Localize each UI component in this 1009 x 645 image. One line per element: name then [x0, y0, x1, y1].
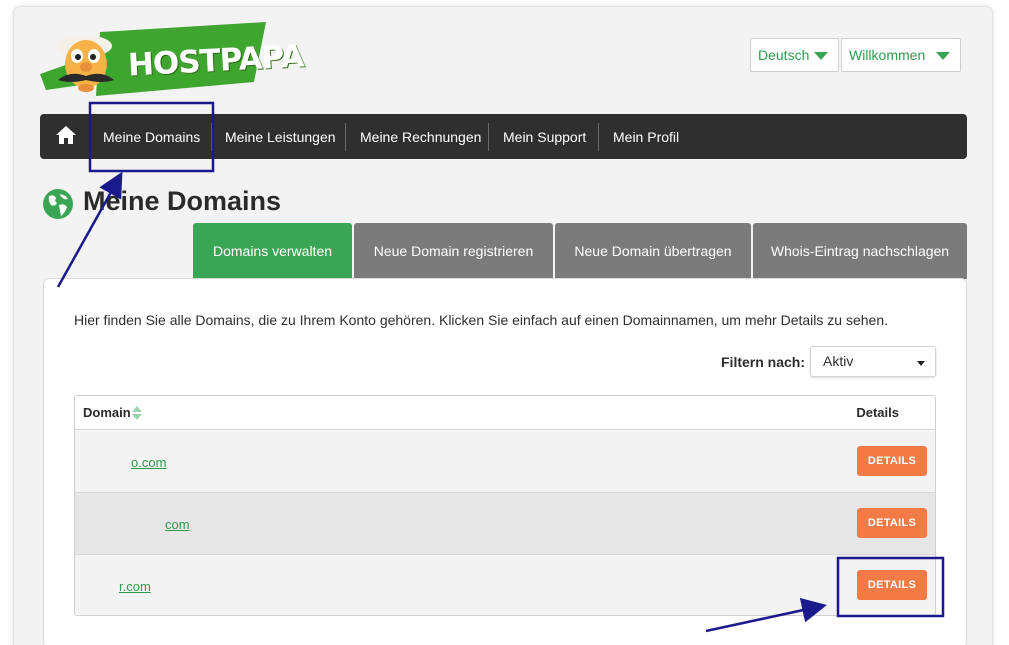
column-header-domain[interactable]: Domain	[83, 405, 131, 420]
sort-icon[interactable]	[131, 405, 143, 421]
table-header: Domain Details	[75, 396, 935, 430]
tab-whois-eintrag[interactable]: Whois-Eintrag nachschlagen	[753, 223, 967, 279]
tab-domains-verwalten[interactable]: Domains verwalten	[193, 223, 352, 279]
home-icon[interactable]	[55, 125, 77, 145]
nav-item-mein-support[interactable]: Mein Support	[503, 114, 586, 159]
chevron-down-icon	[936, 52, 950, 60]
user-menu-select[interactable]: Willkommen	[841, 38, 961, 72]
table-row: r.com DETAILS	[75, 555, 935, 615]
user-menu-label: Willkommen	[849, 47, 926, 63]
language-select-label: Deutsch	[758, 47, 810, 63]
tab-neue-domain-uebertragen[interactable]: Neue Domain übertragen	[555, 223, 751, 279]
tab-neue-domain-registrieren[interactable]: Neue Domain registrieren	[354, 223, 553, 279]
nav-divider	[345, 123, 346, 151]
table-row: com DETAILS	[75, 493, 935, 555]
details-button[interactable]: DETAILS	[857, 508, 927, 538]
filter-select[interactable]: Aktiv	[810, 346, 936, 377]
column-header-details: Details	[856, 405, 899, 420]
intro-text: Hier finden Sie alle Domains, die zu Ihr…	[74, 312, 888, 328]
nav-item-meine-domains[interactable]: Meine Domains	[103, 114, 200, 159]
globe-icon	[43, 189, 73, 219]
nav-divider	[211, 123, 212, 151]
domain-link[interactable]: o.com	[131, 455, 166, 470]
domain-link[interactable]: r.com	[119, 579, 151, 594]
caret-down-icon	[917, 361, 925, 366]
language-select[interactable]: Deutsch	[750, 38, 839, 72]
details-button[interactable]: DETAILS	[857, 446, 927, 476]
nav-divider	[598, 123, 599, 151]
nav-item-mein-profil[interactable]: Mein Profil	[613, 114, 679, 159]
domains-table: Domain Details o.com DETAILS com DETAILS…	[74, 395, 936, 616]
page-title: Meine Domains	[83, 186, 282, 216]
table-row: o.com DETAILS	[75, 431, 935, 493]
domain-link[interactable]: com	[165, 517, 190, 532]
filter-label: Filtern nach:	[721, 354, 806, 370]
nav-item-meine-leistungen[interactable]: Meine Leistungen	[225, 114, 336, 159]
filter-select-value: Aktiv	[823, 353, 854, 369]
hostpapa-logo[interactable]: HOSTPAPA	[40, 22, 304, 100]
details-button[interactable]: DETAILS	[857, 570, 927, 600]
chevron-down-icon	[814, 52, 828, 60]
main-navbar: Meine Domains Meine Leistungen Meine Rec…	[40, 114, 967, 159]
nav-divider	[488, 123, 489, 151]
nav-item-meine-rechnungen[interactable]: Meine Rechnungen	[360, 114, 481, 159]
